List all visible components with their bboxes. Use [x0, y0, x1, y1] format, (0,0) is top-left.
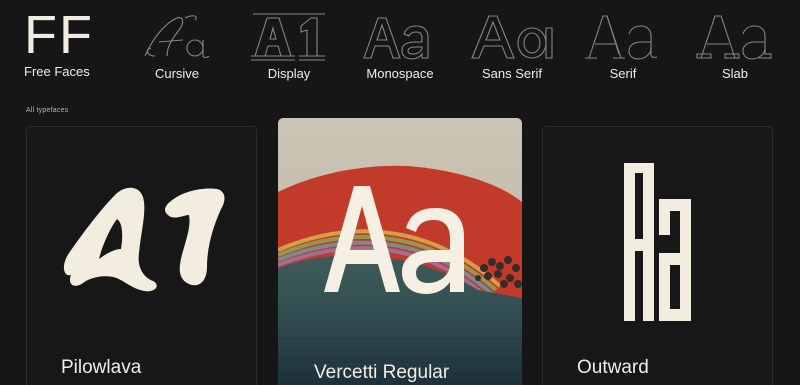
typeface-card-outward[interactable]: Outward: [542, 126, 773, 385]
sans-serif-glyph-icon: [457, 8, 567, 66]
typeface-name: Outward: [577, 357, 649, 378]
monospace-glyph-icon: [345, 8, 455, 66]
nav-item-monospace[interactable]: Monospace: [345, 8, 455, 81]
nav-item-cursive[interactable]: Cursive: [122, 8, 232, 81]
typeface-card-pilowlava[interactable]: Pilowlava: [26, 126, 257, 385]
nav-item-slab[interactable]: Slab: [680, 8, 790, 81]
nav-label-monospace: Monospace: [366, 66, 434, 81]
specimen-artwork: [278, 118, 522, 385]
logo-label: Free Faces: [24, 64, 90, 79]
cursive-glyph-icon: [122, 8, 232, 66]
display-glyph-icon: [234, 8, 344, 66]
nav-item-display[interactable]: Display: [234, 8, 344, 81]
nav-label-serif: Serif: [609, 66, 637, 81]
nav-item-sans-serif[interactable]: Sans Serif: [457, 8, 567, 81]
site-logo[interactable]: FF Free Faces: [24, 8, 104, 79]
nav-label-display: Display: [267, 66, 311, 81]
serif-glyph-icon: [568, 8, 678, 66]
section-label: All typefaces: [26, 107, 69, 114]
logo-mark: FF: [24, 5, 94, 65]
nav-label-sans-serif: Sans Serif: [482, 66, 542, 81]
nav-label-slab: Slab: [721, 66, 749, 81]
specimen-glyph: [63, 187, 225, 292]
typeface-card-vercetti[interactable]: Vercetti Regular: [278, 118, 522, 385]
typeface-name: Pilowlava: [61, 357, 142, 378]
specimen-glyph: [624, 163, 691, 321]
nav-item-serif[interactable]: Serif: [568, 8, 678, 81]
typeface-name: Vercetti Regular: [314, 362, 450, 383]
nav-label-cursive: Cursive: [154, 66, 200, 81]
slab-glyph-icon: [680, 8, 790, 66]
